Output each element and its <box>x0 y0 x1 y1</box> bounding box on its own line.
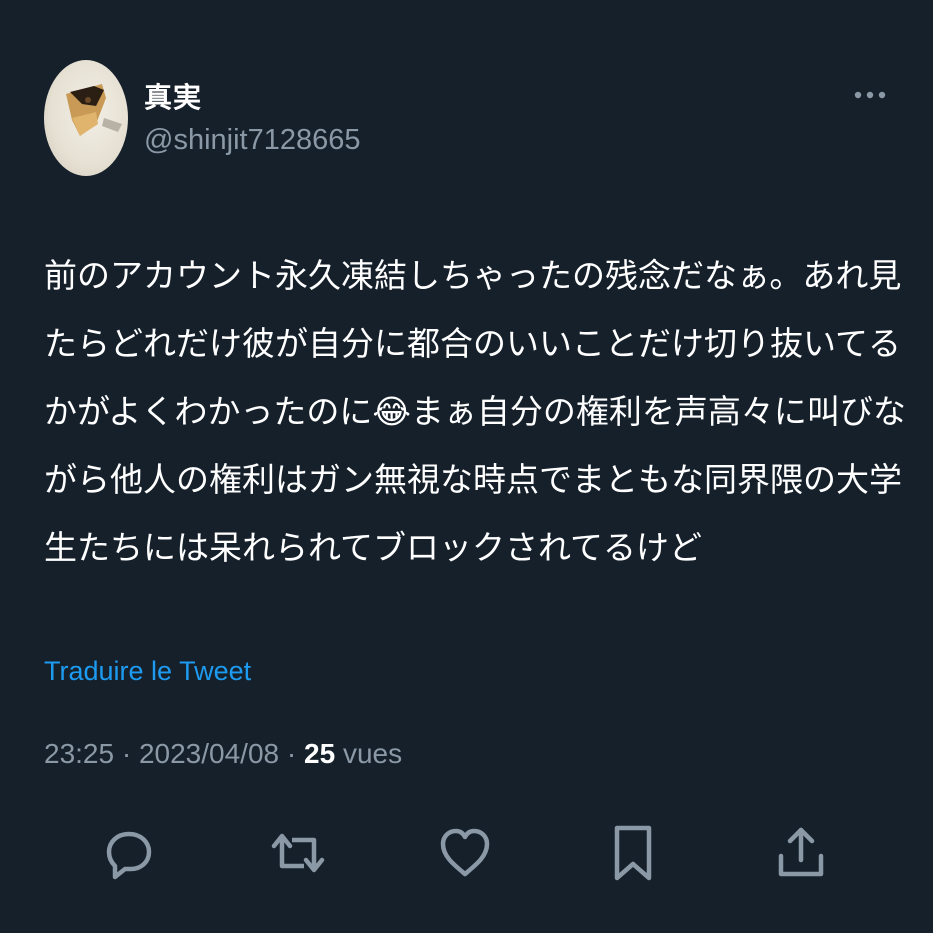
retweet-button[interactable] <box>270 822 326 884</box>
bookmark-button[interactable] <box>605 822 661 884</box>
user-handle[interactable]: @shinjit7128665 <box>144 124 360 157</box>
retweet-icon <box>271 833 325 873</box>
bookmark-icon <box>614 825 652 881</box>
display-name[interactable]: 真実 <box>144 76 202 116</box>
avatar-food-image <box>66 84 122 136</box>
reply-button[interactable] <box>101 822 157 884</box>
translate-tweet-link[interactable]: Traduire le Tweet <box>44 656 251 687</box>
meta-separator: · <box>286 738 297 769</box>
share-button[interactable] <box>773 822 829 884</box>
heart-icon <box>440 828 490 877</box>
more-icon <box>854 91 886 99</box>
tweet-time[interactable]: 23:25 <box>44 738 114 769</box>
meta-separator: · <box>121 738 132 769</box>
tweet-meta: 23:25 · 2023/04/08 · 25 vues <box>44 738 402 770</box>
tweet-date[interactable]: 2023/04/08 <box>139 738 279 769</box>
share-icon <box>778 827 824 877</box>
like-button[interactable] <box>437 822 493 884</box>
views-count: 25 <box>304 738 336 769</box>
views-label: vues <box>342 738 403 769</box>
tweet-detail: 真実 @shinjit7128665 前のアカウント永久凍結しちゃったの残念だな… <box>0 0 933 933</box>
tweet-text: 前のアカウント永久凍結しちゃったの残念だなぁ。あれ見たらどれだけ彼が自分に都合の… <box>44 256 906 567</box>
avatar[interactable] <box>44 60 128 176</box>
reply-icon <box>106 831 152 880</box>
more-options-button[interactable] <box>848 82 892 108</box>
